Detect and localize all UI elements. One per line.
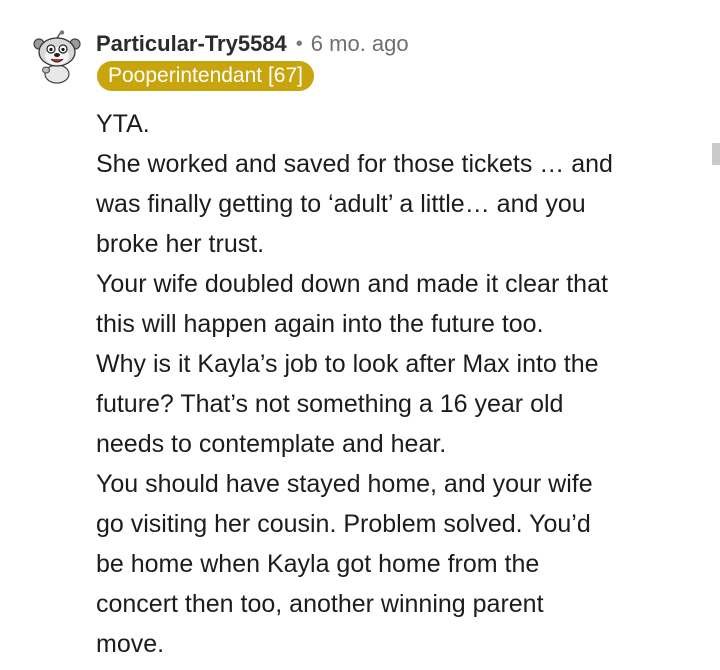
comment-line: was finally getting to ‘adult’ a little……: [96, 190, 586, 218]
comment-line: concert then too, another winning parent: [96, 590, 544, 618]
comment-line: future? That’s not something a 16 year o…: [96, 390, 564, 418]
comment-line: broke her trust.: [96, 230, 265, 258]
separator-dot: •: [295, 32, 303, 55]
comment: Particular-Try5584 • 6 mo. ago Pooperint…: [0, 0, 720, 670]
user-flair-badge: Pooperintendant [67]: [97, 61, 314, 91]
comment-body: YTA. She worked and saved for those tick…: [96, 104, 686, 664]
comment-line: this will happen again into the future t…: [96, 310, 544, 338]
user-avatar-icon[interactable]: [32, 30, 82, 84]
comment-line: be home when Kayla got home from the: [96, 550, 540, 578]
comment-line: YTA.: [96, 110, 150, 138]
comment-header: Particular-Try5584 • 6 mo. ago: [96, 29, 409, 59]
comment-line: move.: [96, 630, 165, 658]
scrollbar-thumb[interactable]: [712, 143, 720, 165]
timestamp: 6 mo. ago: [310, 31, 409, 56]
comment-line: Your wife doubled down and made it clear…: [96, 270, 608, 298]
comment-line: She worked and saved for those tickets ……: [96, 150, 613, 178]
comment-line: needs to contemplate and hear.: [96, 430, 447, 458]
username-link[interactable]: Particular-Try5584: [96, 31, 287, 57]
comment-line: go visiting her cousin. Problem solved. …: [96, 510, 591, 538]
comment-line: Why is it Kayla’s job to look after Max …: [96, 350, 599, 378]
comment-line: You should have stayed home, and your wi…: [96, 470, 593, 498]
